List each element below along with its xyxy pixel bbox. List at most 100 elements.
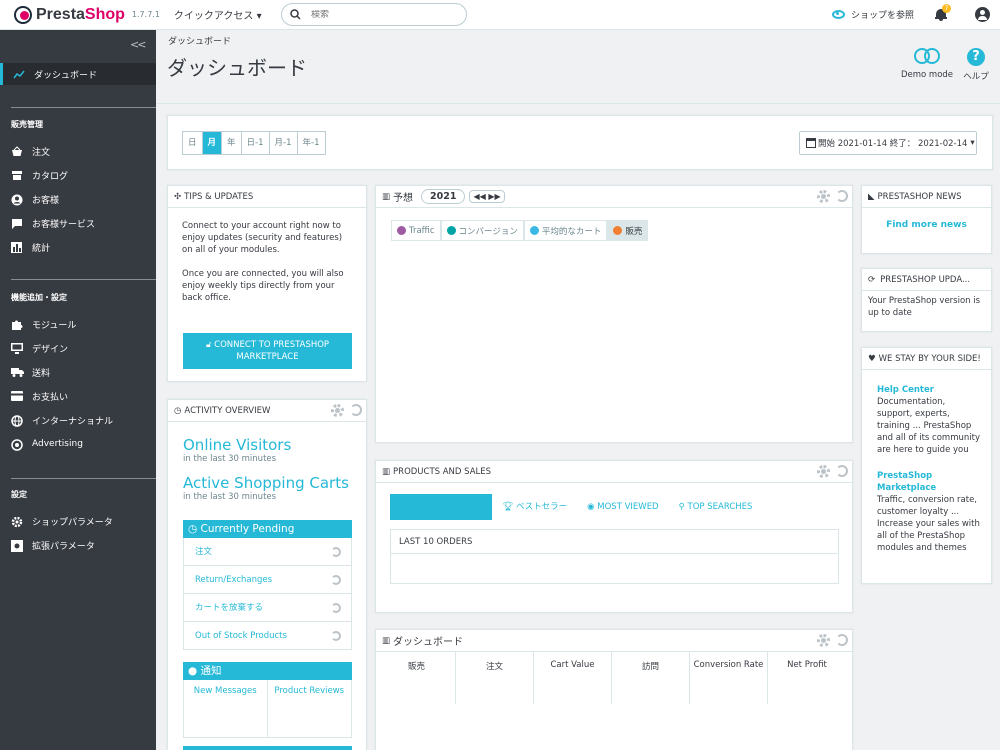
abandoned-carts-link[interactable]: カートを放棄する (183, 594, 352, 622)
sidebar-item-design[interactable]: デザイン (11, 340, 68, 356)
last-orders-heading: LAST 10 ORDERS (391, 530, 838, 554)
year-prev-next[interactable]: ◀◀ ▶▶ (469, 190, 505, 203)
legend-conversion[interactable]: コンバージョン (440, 220, 524, 241)
product-reviews-link[interactable]: Product Reviews (268, 680, 352, 737)
puzzle-icon: ✣ (174, 191, 182, 202)
tab-best-sellers[interactable]: 🏆︎ ベストセラー (492, 494, 577, 520)
sidebar-divider (11, 279, 156, 280)
sidebar-item-modules[interactable]: モジュール (11, 316, 76, 332)
sidebar: << ダッシュボード 販売管理 注文 カタログ お客様 お客様サービス 統計 機… (0, 30, 156, 750)
puzzle-icon (11, 319, 23, 330)
refresh-icon[interactable] (836, 465, 848, 477)
tips-updates-card: ✣ TIPS & UPDATES Connect to your account … (167, 185, 367, 382)
search-box[interactable] (281, 3, 467, 26)
help-center-link[interactable]: Help Center (877, 385, 934, 395)
tab-recent-orders[interactable]: ⬇ RECENT ORDERS (390, 494, 493, 520)
legend-sales[interactable]: 販売 (607, 220, 649, 241)
calendar-icon (806, 138, 816, 148)
credit-card-icon (11, 390, 23, 402)
legend-traffic[interactable]: Traffic (391, 220, 441, 241)
legend-dot (446, 226, 456, 235)
account-icon[interactable] (975, 7, 990, 22)
tab-most-viewed[interactable]: ◉ MOST VIEWED (577, 494, 668, 520)
activity-overview-card: ◷ ACTIVITY OVERVIEW Online Visitors in th… (167, 399, 367, 750)
loading-icon (331, 631, 341, 641)
page-title: ダッシュボード (167, 56, 307, 80)
find-more-news-link[interactable]: Find more news (862, 220, 991, 230)
new-messages-link[interactable]: New Messages (184, 680, 268, 737)
prestashop-news-card: ◣ PRESTASHOP NEWS Find more news (861, 185, 992, 254)
out-of-stock-link[interactable]: Out of Stock Products (183, 622, 352, 650)
column-conversion-rate: Conversion Rate (690, 652, 768, 704)
configure-gear-icon[interactable] (817, 190, 830, 203)
search-input[interactable] (311, 9, 451, 20)
prestashop-logo[interactable]: PrestaShop (14, 5, 125, 24)
sidebar-item-payment[interactable]: お支払い (11, 388, 68, 404)
support-card: ♥ WE STAY BY YOUR SIDE! Help Center Docum… (861, 347, 992, 584)
dashboard-columns: 販売 注文 Cart Value 訪問 Conversion Rate Net … (378, 652, 846, 704)
sidebar-item-advertising[interactable]: Advertising (11, 436, 83, 452)
bar-chart-icon: ▥ (382, 466, 391, 477)
pending-orders-link[interactable]: 注文 (183, 538, 352, 566)
sidebar-item-dashboard[interactable]: ダッシュボード (0, 63, 156, 85)
period-month-button[interactable]: 月 (202, 132, 223, 154)
notifications-header: ● 通知 (183, 662, 352, 680)
period-day-button[interactable]: 日 (183, 132, 203, 154)
prestashop-logo-icon (14, 5, 32, 24)
news-header: ◣ PRESTASHOP NEWS (862, 186, 991, 208)
period-prev-month-button[interactable]: 月-1 (269, 132, 298, 154)
configure-gear-icon[interactable] (817, 465, 830, 478)
sidebar-item-catalog[interactable]: カタログ (11, 167, 68, 183)
configure-gear-icon[interactable] (817, 634, 830, 647)
recent-orders-panel: LAST 10 ORDERS (390, 529, 839, 584)
legend-average-cart[interactable]: 平均的なカート (523, 220, 608, 241)
marketplace-link[interactable]: PrestaShop Marketplace (877, 471, 936, 493)
products-sales-header: ▥ PRODUCTS AND SALES (376, 461, 852, 483)
header-divider (156, 103, 1000, 104)
clock-icon: ◷ (174, 405, 182, 416)
bar-chart-icon (11, 241, 23, 253)
sidebar-item-orders[interactable]: 注文 (11, 143, 50, 159)
date-range-picker[interactable]: 開始 2021-01-14 終了： 2021-02-14 ▾ (799, 131, 977, 155)
loading-icon (331, 575, 341, 585)
period-prev-day-button[interactable]: 日-1 (241, 132, 270, 154)
demo-mode-toggle[interactable]: Demo mode (900, 48, 954, 80)
chat-icon (11, 218, 23, 229)
trending-up-icon (13, 70, 25, 78)
column-orders: 注文 (456, 652, 534, 704)
sidebar-item-customers[interactable]: お客様 (11, 191, 59, 207)
active-carts: Active Shopping Carts in the last 30 min… (183, 474, 349, 502)
sidebar-item-customer-service[interactable]: お客様サービス (11, 215, 95, 231)
sidebar-item-advanced-parameters[interactable]: 拡張パラメータ (11, 537, 95, 553)
view-shop-link[interactable]: ショップを参照 (832, 8, 914, 21)
tab-top-searches[interactable]: ⚲ TOP SEARCHES (669, 494, 763, 520)
refresh-icon[interactable] (836, 190, 848, 202)
loading-icon (331, 603, 341, 613)
basket-icon (11, 145, 23, 157)
period-prev-year-button[interactable]: 年-1 (297, 132, 325, 154)
update-header: ⟳ PRESTASHOP UPDA... (862, 269, 991, 291)
eye-icon (832, 10, 845, 19)
products-sales-card: ▥ PRODUCTS AND SALES ⬇ RECENT ORDERS 🏆︎ ベ… (375, 460, 853, 613)
user-circle-icon (11, 194, 23, 205)
sidebar-item-stats[interactable]: 統計 (11, 239, 50, 255)
refresh-icon[interactable] (836, 634, 848, 646)
help-button[interactable]: ? ヘルプ (960, 48, 992, 82)
sidebar-item-shipping[interactable]: 送料 (11, 364, 50, 380)
quick-access-dropdown[interactable]: クイックアクセス ▾ (174, 7, 262, 22)
refresh-icon[interactable] (350, 404, 362, 416)
monitor-icon (11, 342, 23, 354)
forecast-card: ▥ 予想 2021 ◀◀ ▶▶ Traffic コンバージョン 平均的なカート 販… (375, 185, 853, 443)
period-year-button[interactable]: 年 (222, 132, 242, 154)
pending-returns-link[interactable]: Return/Exchanges (183, 566, 352, 594)
help-icon: ? (967, 48, 985, 66)
sidebar-item-shop-parameters[interactable]: ショップパラメータ (11, 513, 113, 529)
globe-icon (11, 414, 23, 427)
connect-marketplace-button[interactable]: 🔓︎ CONNECT TO PRESTASHOP MARKETPLACE (183, 333, 352, 369)
configure-gear-icon[interactable] (331, 404, 344, 417)
dashboard-table-header: ▥ ダッシュボード (376, 630, 852, 652)
breadcrumb[interactable]: ダッシュボード (168, 34, 231, 47)
sidebar-section-modules: 機能追加・設定 (11, 293, 67, 302)
collapse-sidebar-icon[interactable]: << (130, 38, 147, 51)
sidebar-item-international[interactable]: インターナショナル (11, 412, 113, 428)
